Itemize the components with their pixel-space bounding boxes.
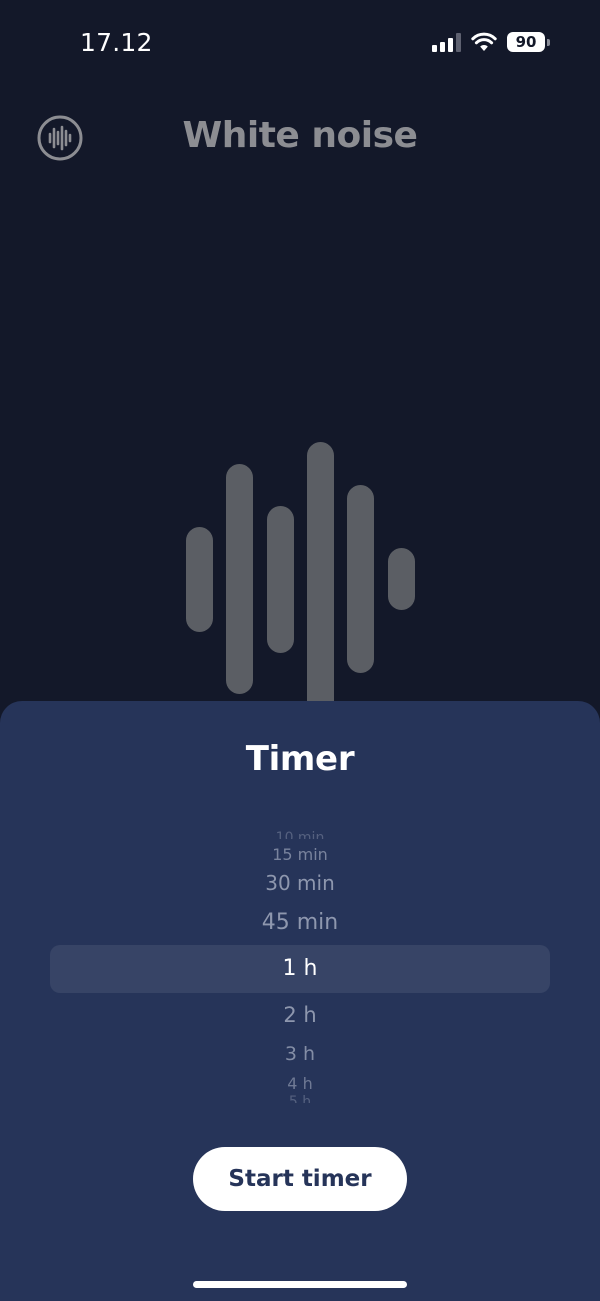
picker-option-5h[interactable]: 5 h (0, 1095, 600, 1103)
cellular-signal-icon (432, 32, 461, 52)
waveform-bar (388, 548, 415, 610)
timer-picker[interactable]: 10 min 15 min 30 min 45 min 1 h 2 h 3 h … (0, 831, 600, 1103)
start-timer-button[interactable]: Start timer (193, 1147, 407, 1211)
picker-option-2h[interactable]: 2 h (0, 1000, 600, 1030)
picker-option-15min[interactable]: 15 min (0, 844, 600, 866)
status-icons: 90 (432, 32, 550, 52)
picker-option-30min[interactable]: 30 min (0, 869, 600, 897)
battery-icon: 90 (507, 32, 550, 52)
timer-title: Timer (245, 739, 355, 779)
timer-sheet: Timer 10 min 15 min 30 min 45 min 1 h 2 … (0, 701, 600, 1301)
waveform-bar (267, 506, 294, 653)
picker-option-45min[interactable]: 45 min (0, 908, 600, 938)
waveform-bar (226, 464, 253, 694)
waveform-bar (347, 485, 374, 673)
picker-option-3h[interactable]: 3 h (0, 1041, 600, 1067)
waveform-bar (307, 442, 334, 742)
waveform-bar (186, 527, 213, 632)
status-time: 17.12 (80, 28, 153, 57)
picker-option-10min[interactable]: 10 min (0, 831, 600, 839)
home-indicator[interactable] (193, 1281, 407, 1288)
screen: 17.12 90 White noise Timer 10 min 15 min… (0, 0, 600, 1301)
battery-level: 90 (515, 33, 537, 51)
page-title: White noise (182, 115, 418, 156)
picker-option-4h[interactable]: 4 h (0, 1073, 600, 1095)
wifi-icon (471, 32, 497, 51)
picker-option-1h[interactable]: 1 h (0, 952, 600, 986)
